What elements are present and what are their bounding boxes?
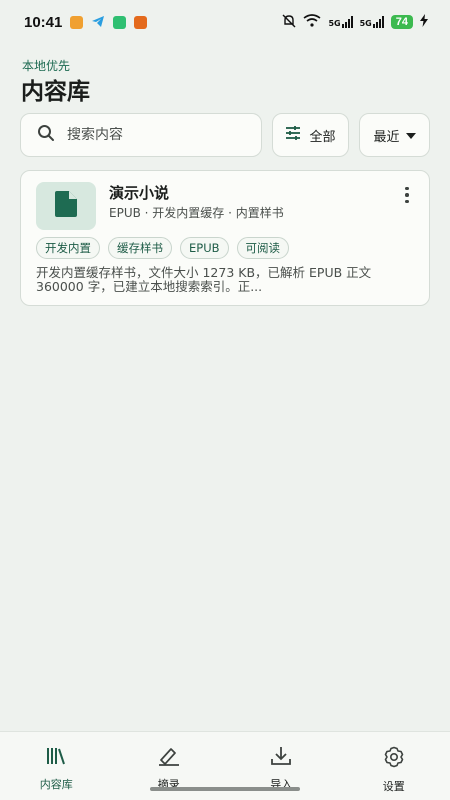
- cellular-signal-1: 5G: [328, 16, 353, 28]
- network-type-1: 5G: [328, 19, 341, 28]
- item-meta: EPUB · 开发内置缓存 · 内置样书: [109, 206, 284, 220]
- sort-dropdown[interactable]: 最近: [359, 113, 430, 157]
- charging-bolt-icon: [420, 14, 428, 30]
- item-title[interactable]: 演示小说: [109, 182, 169, 203]
- library-icon: [45, 746, 67, 770]
- highlighter-icon: [157, 746, 181, 770]
- battery-level: 74: [390, 15, 413, 29]
- cellular-signal-2: 5G: [360, 16, 384, 28]
- wifi-icon: [303, 14, 321, 30]
- tag-chip: EPUB: [180, 237, 229, 259]
- search-box[interactable]: [20, 113, 262, 157]
- content-card[interactable]: 演示小说 EPUB · 开发内置缓存 · 内置样书 开发内置 缓存样书 EPUB…: [20, 170, 430, 306]
- nav-label-library: 内容库: [39, 778, 73, 791]
- item-description: 开发内置缓存样书，文件大小 1273 KB，已解析 EPUB 正文 360000…: [36, 265, 372, 294]
- tag-chip: 缓存样书: [108, 237, 172, 259]
- status-bar: 10:41 5G 5G 74: [0, 0, 450, 44]
- filter-button[interactable]: 全部: [272, 113, 349, 157]
- status-left: 10:41: [24, 13, 148, 32]
- tag-chip: 开发内置: [36, 237, 100, 259]
- nav-item-library[interactable]: 内容库: [0, 732, 113, 800]
- settings-gear-icon: [383, 746, 405, 772]
- page-title: 内容库: [21, 79, 90, 105]
- download-icon: [270, 746, 292, 770]
- nav-item-settings[interactable]: 设置: [338, 732, 450, 800]
- search-input[interactable]: [67, 127, 217, 143]
- network-type-2: 5G: [359, 19, 372, 28]
- mute-bell-icon: [282, 14, 296, 31]
- telegram-icon: [91, 13, 105, 32]
- wechat-app-icon: [113, 15, 127, 29]
- nav-label-settings: 设置: [382, 780, 405, 793]
- filter-label: 全部: [309, 129, 336, 145]
- status-time: 10:41: [24, 13, 63, 31]
- dropdown-arrow-icon: [405, 128, 416, 143]
- home-indicator[interactable]: [150, 787, 300, 791]
- notification-app-icon: [70, 15, 84, 29]
- status-right: 5G 5G 74: [282, 14, 428, 31]
- game-app-icon: [134, 15, 148, 29]
- tag-chip: 可阅读: [236, 237, 290, 259]
- more-options-icon[interactable]: [399, 185, 415, 205]
- item-tags: 开发内置 缓存样书 EPUB 可阅读: [36, 237, 290, 259]
- search-icon: [37, 124, 67, 146]
- sort-label: 最近: [373, 129, 400, 145]
- item-cover: [36, 182, 96, 230]
- tune-sliders-icon: [285, 126, 301, 144]
- document-icon: [55, 191, 77, 221]
